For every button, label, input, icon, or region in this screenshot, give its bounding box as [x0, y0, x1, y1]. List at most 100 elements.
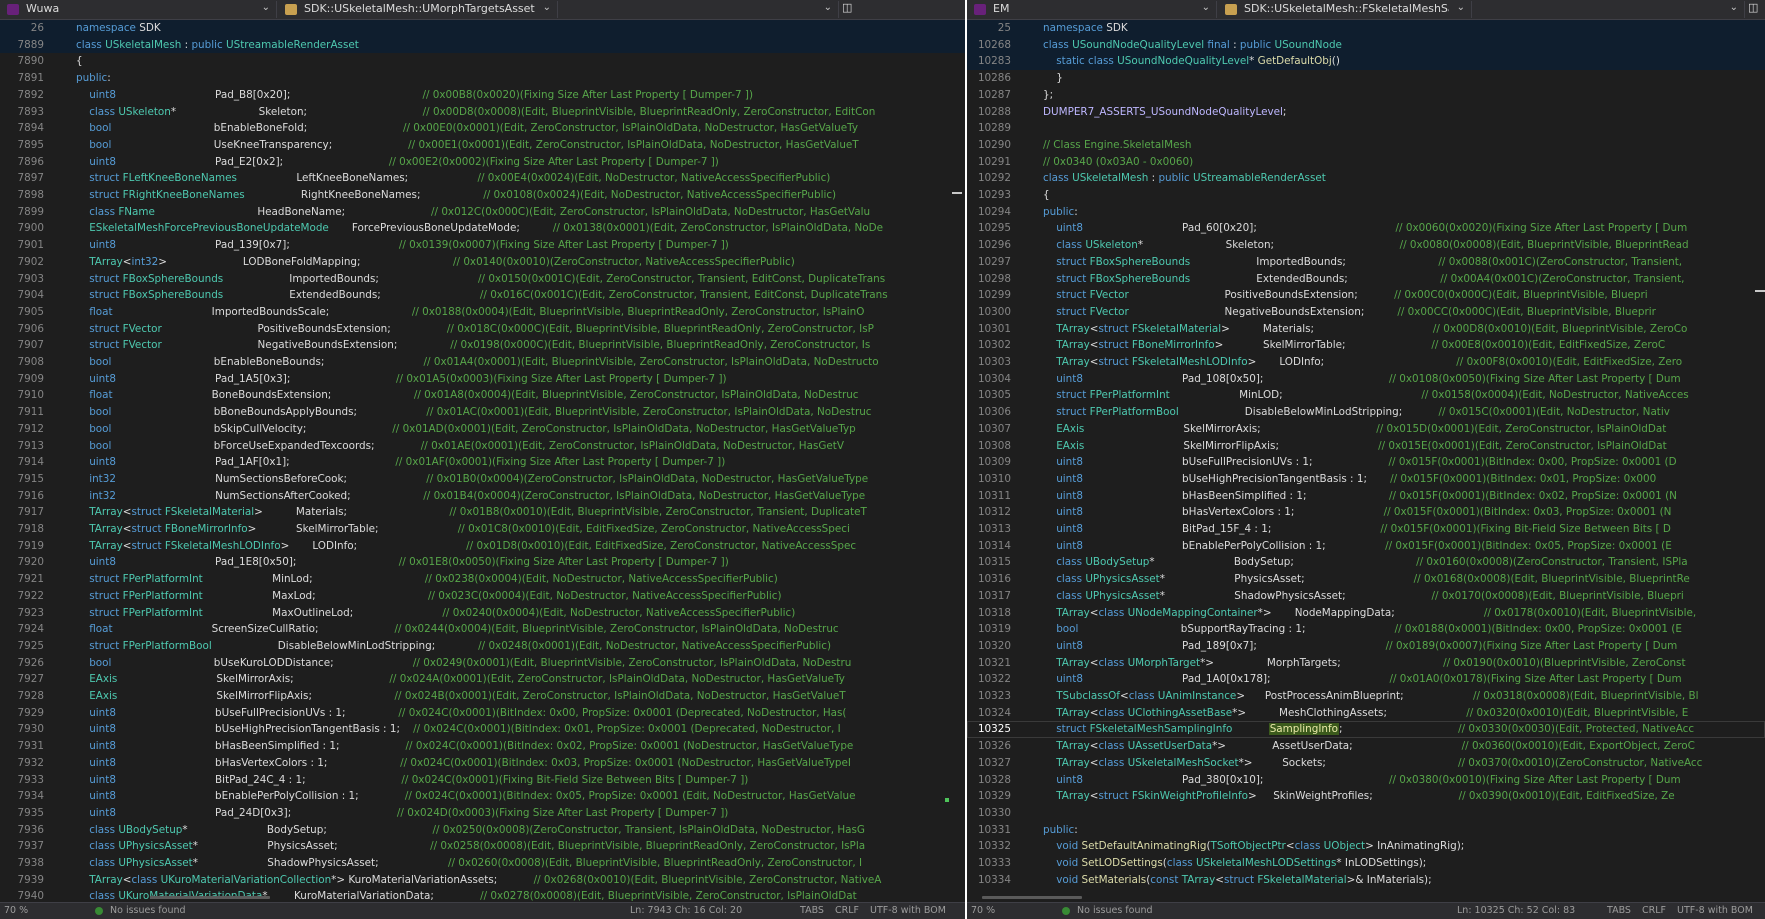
- code-line[interactable]: 10332 void SetDefaultAnimatingRig(TSoftO…: [967, 838, 1765, 855]
- code-line[interactable]: 7895 bool UseKneeTransparency; // 0x00E1…: [0, 137, 965, 154]
- code-line[interactable]: 10294 public:: [967, 204, 1765, 221]
- code-line[interactable]: 7907 struct FVector NegativeBoundsExtens…: [0, 337, 965, 354]
- code-line[interactable]: 10310 uint8 bUseHighPrecisionTangentBasi…: [967, 471, 1765, 488]
- code-line[interactable]: 10288 DUMPER7_ASSERTS_USoundNodeQualityLe…: [967, 104, 1765, 121]
- code-line[interactable]: 10297 struct FBoxSphereBounds ImportedBo…: [967, 254, 1765, 271]
- project-dropdown[interactable]: Wuwa ⌄: [2, 1, 277, 18]
- code-line[interactable]: 10321 TArray<class UMorphTarget*> MorphT…: [967, 655, 1765, 672]
- code-line[interactable]: 7940 class UKuroMaterialVariationData* K…: [0, 888, 965, 902]
- code-line[interactable]: 10299 struct FVector PositiveBoundsExten…: [967, 287, 1765, 304]
- code-line[interactable]: 7896 uint8 Pad_E2[0x2]; // 0x00E2(0x0002…: [0, 154, 965, 171]
- code-line[interactable]: 10313 uint8 BitPad_15F_4 : 1; // 0x015F(…: [967, 521, 1765, 538]
- code-line[interactable]: 7933 uint8 BitPad_24C_4 : 1; // 0x024C(0…: [0, 772, 965, 789]
- code-line[interactable]: 26 namespace SDK: [0, 20, 965, 37]
- code-line[interactable]: 25 namespace SDK: [967, 20, 1765, 37]
- code-line[interactable]: 7897 struct FLeftKneeBoneNames LeftKneeB…: [0, 170, 965, 187]
- code-line[interactable]: 7923 struct FPerPlatformInt MaxOutlineLo…: [0, 605, 965, 622]
- code-line[interactable]: 7910 float BoneBoundsExtension; // 0x01A…: [0, 387, 965, 404]
- code-line[interactable]: 10328 uint8 Pad_380[0x10]; // 0x0380(0x0…: [967, 772, 1765, 789]
- code-line[interactable]: 7891 public:: [0, 70, 965, 87]
- code-line[interactable]: 10323 TSubclassOf<class UAnimInstance> P…: [967, 688, 1765, 705]
- code-line[interactable]: 10329 TArray<struct FSkinWeightProfileIn…: [967, 788, 1765, 805]
- code-editor[interactable]: 25 namespace SDK 10268 class USoundNodeQual…: [967, 20, 1765, 902]
- code-line[interactable]: 7914 uint8 Pad_1AF[0x1]; // 0x01AF(0x000…: [0, 454, 965, 471]
- code-line[interactable]: 10309 uint8 bUseFullPrecisionUVs : 1; //…: [967, 454, 1765, 471]
- code-line[interactable]: 7930 uint8 bUseHighPrecisionTangentBasis…: [0, 721, 965, 738]
- code-line[interactable]: 7934 uint8 bEnablePerPolyCollision : 1; …: [0, 788, 965, 805]
- code-line[interactable]: 7917 TArray<struct FSkeletalMaterial> Ma…: [0, 504, 965, 521]
- horizontal-scrollbar[interactable]: [150, 896, 270, 899]
- code-line[interactable]: 7920 uint8 Pad_1E8[0x50]; // 0x01E8(0x00…: [0, 554, 965, 571]
- scope-dropdown[interactable]: SDK::USkeletalMesh::UMorphTargetsAsset ⌄: [280, 1, 558, 18]
- code-line[interactable]: 10320 uint8 Pad_189[0x7]; // 0x0189(0x00…: [967, 638, 1765, 655]
- code-line[interactable]: 7900 ESkeletalMeshForcePreviousBoneUpdat…: [0, 220, 965, 237]
- cursor-position[interactable]: Ln: 10325 Ch: 52 Col: 83: [1457, 903, 1575, 919]
- code-line[interactable]: 10333 void SetLODSettings(class USkeleta…: [967, 855, 1765, 872]
- code-line[interactable]: 7899 class FName HeadBoneName; // 0x012C…: [0, 204, 965, 221]
- code-line[interactable]: 10314 uint8 bEnablePerPolyCollision : 1;…: [967, 538, 1765, 555]
- cursor-position[interactable]: Ln: 7943 Ch: 16 Col: 20: [630, 903, 742, 919]
- code-line[interactable]: 10317 class UPhysicsAsset* ShadowPhysics…: [967, 588, 1765, 605]
- code-line[interactable]: 10291 // 0x0340 (0x03A0 - 0x0060): [967, 154, 1765, 171]
- indent-mode[interactable]: TABS: [800, 903, 824, 919]
- code-line[interactable]: 7916 int32 NumSectionsAfterCooked; // 0x…: [0, 488, 965, 505]
- issues-status[interactable]: No issues found: [1077, 903, 1153, 919]
- zoom-level[interactable]: 70 %: [971, 903, 995, 919]
- code-line[interactable]: 7894 bool bEnableBoneFold; // 0x00E0(0x0…: [0, 120, 965, 137]
- code-line[interactable]: 7893 class USkeleton* Skeleton; // 0x00D…: [0, 104, 965, 121]
- code-line[interactable]: 10334 void SetMaterials(const TArray<str…: [967, 872, 1765, 889]
- code-line[interactable]: 10322 uint8 Pad_1A0[0x178]; // 0x01A0(0x…: [967, 671, 1765, 688]
- line-ending[interactable]: CRLF: [1642, 903, 1666, 919]
- code-line[interactable]: 10289: [967, 120, 1765, 137]
- issues-status[interactable]: No issues found: [110, 903, 186, 919]
- code-line[interactable]: 7911 bool bBoneBoundsApplyBounds; // 0x0…: [0, 404, 965, 421]
- line-ending[interactable]: CRLF: [835, 903, 859, 919]
- code-line[interactable]: 7908 bool bEnableBoneBounds; // 0x01A4(0…: [0, 354, 965, 371]
- code-line[interactable]: 7904 struct FBoxSphereBounds ExtendedBou…: [0, 287, 965, 304]
- code-line[interactable]: 10295 uint8 Pad_60[0x20]; // 0x0060(0x00…: [967, 220, 1765, 237]
- code-line[interactable]: 7924 float ScreenSizeCullRatio; // 0x024…: [0, 621, 965, 638]
- code-line[interactable]: 10306 struct FPerPlatformBool DisableBel…: [967, 404, 1765, 421]
- horizontal-scrollbar[interactable]: [982, 896, 1082, 899]
- code-line[interactable]: 7915 int32 NumSectionsBeforeCook; // 0x0…: [0, 471, 965, 488]
- code-line[interactable]: 10325 struct FSkeletalMeshSamplingInfo S…: [967, 721, 1765, 739]
- code-line[interactable]: 7901 uint8 Pad_139[0x7]; // 0x0139(0x000…: [0, 237, 965, 254]
- code-line[interactable]: 10290 // Class Engine.SkeletalMesh: [967, 137, 1765, 154]
- code-line[interactable]: 10300 struct FVector NegativeBoundsExten…: [967, 304, 1765, 321]
- code-line[interactable]: 7898 struct FRightKneeBoneNames RightKne…: [0, 187, 965, 204]
- code-line[interactable]: 10312 uint8 bHasVertexColors : 1; // 0x0…: [967, 504, 1765, 521]
- code-line[interactable]: 10287};: [967, 87, 1765, 104]
- code-line[interactable]: 7892 uint8 Pad_B8[0x20]; // 0x00B8(0x002…: [0, 87, 965, 104]
- code-line[interactable]: 10305 struct FPerPlatformInt MinLOD; // …: [967, 387, 1765, 404]
- code-line[interactable]: 10286 }: [967, 70, 1765, 87]
- code-line[interactable]: 7926 bool bUseKuroLODDistance; // 0x0249…: [0, 655, 965, 672]
- code-line[interactable]: 7937 class UPhysicsAsset* PhysicsAsset; …: [0, 838, 965, 855]
- code-line[interactable]: 10327 TArray<class USkeletalMeshSocket*>…: [967, 755, 1765, 772]
- file-encoding[interactable]: UTF-8 with BOM: [870, 903, 946, 919]
- code-line[interactable]: 10331 public:: [967, 822, 1765, 839]
- code-line[interactable]: 7938 class UPhysicsAsset* ShadowPhysicsA…: [0, 855, 965, 872]
- code-line[interactable]: 10330: [967, 805, 1765, 822]
- code-line[interactable]: 10318 TArray<class UNodeMappingContainer…: [967, 605, 1765, 622]
- code-line[interactable]: 7909 uint8 Pad_1A5[0x3]; // 0x01A5(0x000…: [0, 371, 965, 388]
- indent-mode[interactable]: TABS: [1607, 903, 1631, 919]
- code-line[interactable]: 10283 static class USoundNodeQualityLeve…: [967, 53, 1765, 71]
- code-line[interactable]: 10268 class USoundNodeQualityLevel final …: [967, 36, 1765, 54]
- code-line[interactable]: 7939 TArray<class UKuroMaterialVariation…: [0, 872, 965, 889]
- code-line[interactable]: 10301 TArray<struct FSkeletalMaterial> M…: [967, 321, 1765, 338]
- file-encoding[interactable]: UTF-8 with BOM: [1677, 903, 1753, 919]
- code-line[interactable]: 7918 TArray<struct FBoneMirrorInfo> Skel…: [0, 521, 965, 538]
- code-line[interactable]: 10303 TArray<struct FSkeletalMeshLODInfo…: [967, 354, 1765, 371]
- code-line[interactable]: 10308 EAxis SkelMirrorFlipAxis; // 0x015…: [967, 438, 1765, 455]
- split-editor-icon[interactable]: ◫: [842, 1, 852, 14]
- code-line[interactable]: 7890 {: [0, 53, 965, 70]
- code-line[interactable]: 7936 class UBodySetup* BodySetup; // 0x0…: [0, 822, 965, 839]
- code-line[interactable]: 10307 EAxis SkelMirrorAxis; // 0x015D(0x…: [967, 421, 1765, 438]
- code-line[interactable]: 7912 bool bSkipCullVelocity; // 0x01AD(0…: [0, 421, 965, 438]
- code-line[interactable]: 7929 uint8 bUseFullPrecisionUVs : 1; // …: [0, 705, 965, 722]
- scope-dropdown[interactable]: SDK::USkeletalMesh::FSkeletalMeshSar ⌄: [1220, 1, 1472, 18]
- code-editor[interactable]: 26 namespace SDK 7889 class USkeletalMesh :…: [0, 20, 965, 902]
- code-line[interactable]: 7921 struct FPerPlatformInt MinLod; // 0…: [0, 571, 965, 588]
- code-line[interactable]: 7925 struct FPerPlatformBool DisableBelo…: [0, 638, 965, 655]
- code-line[interactable]: 7922 struct FPerPlatformInt MaxLod; // 0…: [0, 588, 965, 605]
